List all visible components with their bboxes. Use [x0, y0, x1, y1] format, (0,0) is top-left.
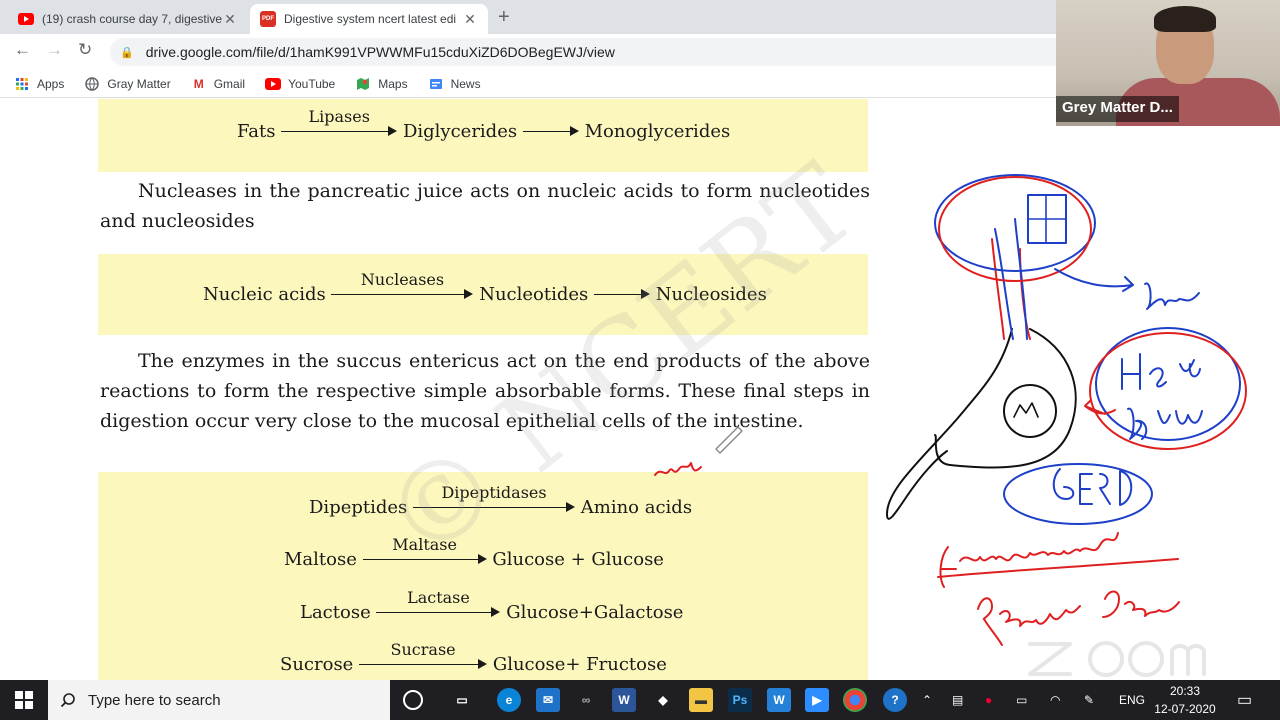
youtube-icon [18, 13, 34, 25]
tab-pdf[interactable]: PDF Digestive system ncert latest edi ✕ [250, 4, 488, 34]
edge-icon[interactable]: e [497, 688, 521, 712]
zoom-icon[interactable]: ▶ [805, 688, 829, 712]
close-icon[interactable]: ✕ [462, 11, 478, 28]
youtube-icon [265, 77, 282, 91]
back-icon[interactable]: ← [14, 40, 31, 60]
cortana-icon[interactable] [403, 690, 423, 710]
mail-icon[interactable]: ✉ [536, 688, 560, 712]
writer-icon[interactable]: W [767, 688, 791, 712]
bookmark-label: Gmail [213, 76, 246, 91]
taskbar-search[interactable]: Type here to search [48, 680, 390, 720]
new-tab-button[interactable]: + [498, 6, 510, 29]
bookmark-label: Apps [37, 76, 65, 91]
apps-grid-icon [14, 77, 30, 91]
bookmark-gray-matter[interactable]: Gray Matter [84, 76, 171, 91]
language-indicator[interactable]: ENG [1119, 680, 1145, 720]
address-bar[interactable]: 🔒 drive.google.com/file/d/1hamK991VPWWMF… [110, 38, 1056, 66]
annotation-drawing [654, 174, 1247, 677]
dropbox-icon[interactable]: ◆ [651, 688, 675, 712]
clock-time: 20:33 [1169, 684, 1201, 698]
maps-icon [355, 77, 371, 91]
notes-icon[interactable]: ▤ [952, 680, 963, 720]
browser-toolbar: ← → ↻ 🔒 drive.google.com/file/d/1hamK991… [0, 34, 1056, 70]
pdf-viewer[interactable]: Fats Lipases Diglycerides Monoglycerides… [0, 99, 1280, 680]
reload-icon[interactable]: ↻ [78, 40, 92, 60]
clock-date: 12-07-2020 [1154, 702, 1216, 716]
windows-icon [15, 691, 33, 709]
video-figure [1154, 6, 1216, 32]
windows-taskbar: Type here to search ▭ e ✉ ∞ W ◆ ▬ Ps W ▶… [0, 680, 1280, 720]
tab-strip: (19) crash course day 7, digestive ✕ PDF… [0, 0, 1056, 34]
bookmark-maps[interactable]: Maps [355, 76, 408, 91]
globe-icon [84, 76, 100, 91]
bookmark-label: YouTube [288, 76, 336, 91]
search-icon [60, 693, 75, 708]
chevron-up-icon[interactable]: ⌃ [922, 680, 932, 720]
participant-video[interactable]: Grey Matter D... [1056, 0, 1280, 126]
start-button[interactable] [0, 680, 48, 720]
bookmark-label: Maps [378, 76, 408, 91]
tab-title: (19) crash course day 7, digestive [42, 12, 222, 26]
participant-name: Grey Matter D... [1056, 96, 1179, 122]
word-icon[interactable]: W [612, 688, 636, 712]
url-text: drive.google.com/file/d/1hamK991VPWWMFu1… [145, 44, 615, 60]
bookmark-label: News [450, 76, 481, 91]
bookmark-apps[interactable]: Apps [14, 77, 64, 91]
gmail-icon: M [193, 76, 204, 91]
close-icon[interactable]: ✕ [222, 11, 238, 28]
lock-icon: 🔒 [120, 46, 134, 59]
forward-icon[interactable]: → [46, 40, 63, 60]
search-placeholder: Type here to search [88, 691, 221, 709]
bookmark-label: Gray Matter [107, 76, 171, 91]
news-icon [428, 77, 444, 91]
photoshop-icon[interactable]: Ps [728, 688, 752, 712]
bookmark-youtube[interactable]: YouTube [265, 77, 335, 91]
antivirus-icon[interactable]: ● [985, 680, 992, 720]
bookmark-gmail[interactable]: M Gmail [191, 77, 245, 91]
task-view-icon[interactable]: ▭ [450, 688, 474, 712]
pdf-icon: PDF [260, 11, 276, 27]
pen-icon[interactable]: ✎ [1084, 680, 1094, 720]
help-icon[interactable]: ? [883, 688, 907, 712]
bookmarks-bar: Apps Gray Matter M Gmail YouTube Maps Ne… [0, 70, 1056, 98]
infinity-icon[interactable]: ∞ [574, 688, 598, 712]
notification-icon[interactable]: ▭ [1237, 680, 1252, 720]
wifi-icon[interactable]: ◠ [1050, 680, 1060, 720]
chrome-icon[interactable] [843, 688, 867, 712]
bookmark-news[interactable]: News [428, 77, 481, 91]
battery-icon[interactable]: ▭ [1016, 680, 1027, 720]
system-clock[interactable]: 20:33 12-07-2020 [1152, 682, 1218, 718]
file-explorer-icon[interactable]: ▬ [689, 688, 713, 712]
tab-title: Digestive system ncert latest edi [284, 12, 457, 26]
tab-youtube[interactable]: (19) crash course day 7, digestive ✕ [8, 4, 248, 34]
